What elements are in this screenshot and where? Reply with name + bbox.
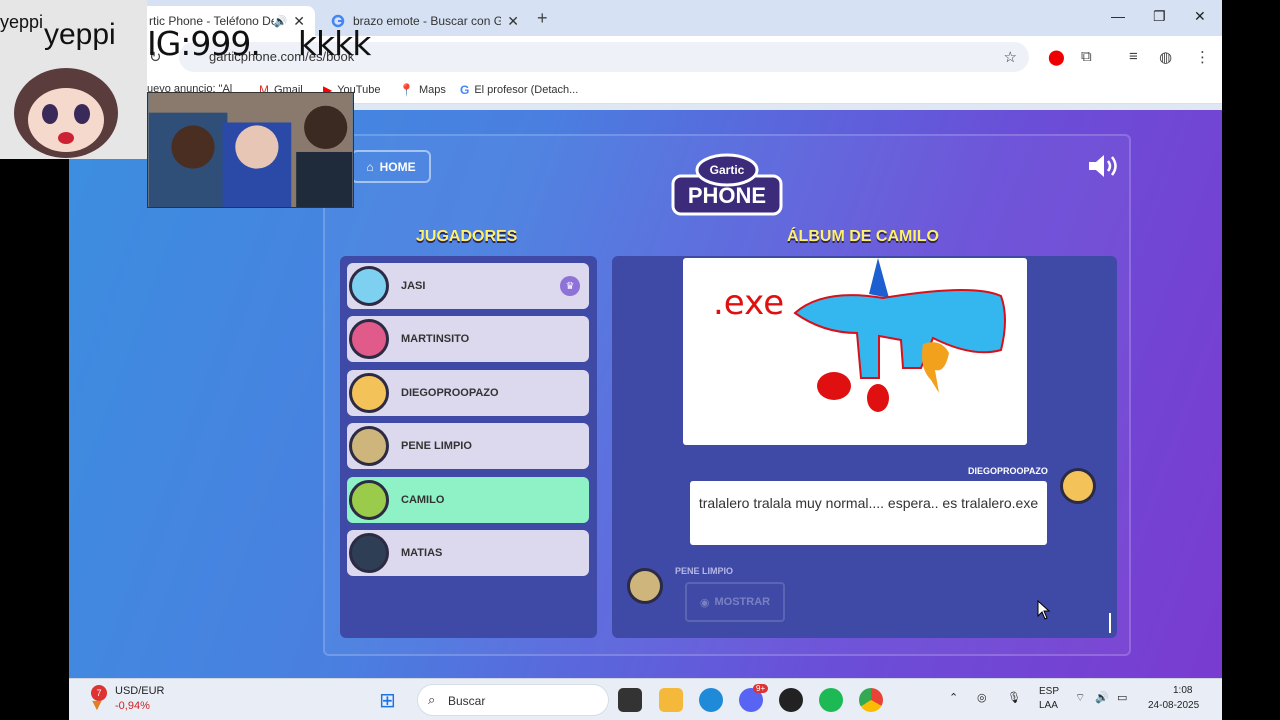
player-name: MARTINSITO xyxy=(401,333,470,345)
avatar xyxy=(349,426,389,466)
maps-icon: 📍 xyxy=(399,83,414,97)
player-name: JASI xyxy=(401,280,426,292)
guess-bubble: tralalero tralala muy normal.... espera.… xyxy=(690,481,1047,545)
ticker-arrow-icon: ▼ xyxy=(89,697,105,714)
player-name: PENE LIMPIO xyxy=(401,440,472,452)
player-row[interactable]: MARTINSITO xyxy=(347,316,589,362)
player-row[interactable]: MATIAS xyxy=(347,530,589,576)
player-name: DIEGOPROOPAZO xyxy=(401,387,499,399)
player-row[interactable]: DIEGOPROOPAZO xyxy=(347,370,589,416)
clock-time[interactable]: 1:08 xyxy=(1173,685,1192,696)
search-icon: ⌕ xyxy=(428,692,436,707)
svg-text:.exe: .exe xyxy=(713,283,784,323)
svg-text:PHONE: PHONE xyxy=(688,183,766,208)
avatar xyxy=(349,373,389,413)
battery-icon[interactable]: ▭ xyxy=(1117,691,1127,704)
search-box[interactable]: ⌕ Buscar xyxy=(417,684,609,716)
player-name: MATIAS xyxy=(401,547,443,559)
close-window-icon[interactable]: ✕ xyxy=(1194,8,1206,25)
discord-badge: 9+ xyxy=(753,684,769,693)
chrome-icon[interactable] xyxy=(859,688,883,712)
windows-start-icon[interactable]: ⊞ xyxy=(379,688,396,713)
album-heading: ÁLBUM DE CAMILO xyxy=(787,228,939,245)
file-explorer-icon[interactable] xyxy=(659,688,683,712)
search-placeholder: Buscar xyxy=(448,694,486,708)
microphone-icon[interactable]: 🎙 xyxy=(1007,691,1021,704)
opera-icon[interactable]: ⬤ xyxy=(1048,48,1065,66)
volume-icon[interactable]: 🔊 xyxy=(1095,691,1109,704)
players-heading: JUGADORES xyxy=(416,228,518,245)
sticker-text: yeppi xyxy=(44,18,116,51)
bookmark-maps[interactable]: 📍 Maps xyxy=(399,83,446,97)
album-panel: .exe DIEGOPROOPAZO tralalero tralala muy… xyxy=(612,256,1117,638)
player-name: CAMILO xyxy=(401,494,445,506)
sticker-overlay: yeppi yeppi xyxy=(0,0,147,159)
avatar xyxy=(1060,468,1096,504)
wifi-icon[interactable]: ⌔ xyxy=(1075,691,1085,705)
sound-icon[interactable] xyxy=(1087,153,1121,179)
crown-icon: ♛ xyxy=(560,276,580,296)
app-icon[interactable] xyxy=(779,688,803,712)
sticker-text: yeppi xyxy=(0,12,44,32)
avatar xyxy=(349,480,389,520)
avatar xyxy=(349,533,389,573)
eye-icon: ◉ xyxy=(699,596,710,609)
player-row[interactable]: PENE LIMPIO xyxy=(347,423,589,469)
network-icon[interactable]: ◎ xyxy=(977,691,987,704)
ticker-change: -0,94% xyxy=(115,700,150,712)
mouse-cursor-icon xyxy=(1037,600,1051,620)
keyboard-label[interactable]: LAA xyxy=(1039,700,1058,711)
tab-title: brazo emote - Buscar con Goo xyxy=(353,14,502,28)
star-icon[interactable]: ☆ xyxy=(1004,48,1017,66)
stream-overlay-text: IG:999. kkkk xyxy=(147,24,371,63)
home-icon: ⌂ xyxy=(366,159,374,174)
minimize-icon[interactable]: — xyxy=(1111,8,1125,24)
webcam-overlay-image xyxy=(147,92,354,208)
taskbar: 7 ▼ USD/EUR -0,94% ⊞ ⌕ Buscar 9+ ⌃ ◎ 🎙 E… xyxy=(69,678,1222,720)
new-tab-icon[interactable]: + xyxy=(537,8,548,29)
player-row[interactable]: JASI ♛ xyxy=(347,263,589,309)
avatar xyxy=(349,266,389,306)
svg-text:Gartic: Gartic xyxy=(710,163,745,177)
gartic-phone-logo: Gartic PHONE xyxy=(671,153,783,216)
spotify-icon[interactable] xyxy=(819,688,843,712)
close-tab-icon[interactable]: ✕ xyxy=(507,13,519,30)
bookmark-profesor[interactable]: G El profesor (Detach... xyxy=(460,83,578,97)
show-button[interactable]: ◉ MOSTRAR xyxy=(685,582,785,622)
profile-icon[interactable]: ◍ xyxy=(1159,48,1172,66)
avatar xyxy=(349,319,389,359)
guess-author: DIEGOPROOPAZO xyxy=(968,466,1048,476)
media-icon[interactable]: ≡ xyxy=(1129,48,1138,65)
restore-icon[interactable]: ❐ xyxy=(1153,8,1166,25)
clock-date[interactable]: 24-08-2025 xyxy=(1148,700,1199,711)
extensions-icon[interactable]: ⧉ xyxy=(1081,48,1092,65)
google-icon: G xyxy=(460,83,470,97)
home-button[interactable]: ⌂ HOME xyxy=(351,150,431,183)
language-label[interactable]: ESP xyxy=(1039,686,1059,697)
ticker-symbol[interactable]: USD/EUR xyxy=(115,685,165,697)
player-row-active[interactable]: CAMILO xyxy=(347,477,589,523)
avatar xyxy=(627,568,663,604)
drawing-canvas: .exe xyxy=(683,258,1027,445)
anime-face-image xyxy=(14,68,118,158)
edge-icon[interactable] xyxy=(699,688,723,712)
task-view-icon[interactable] xyxy=(618,688,642,712)
players-list: JASI ♛ MARTINSITO DIEGOPROOPAZO PENE LIM… xyxy=(340,256,597,638)
menu-icon[interactable]: ⋮ xyxy=(1195,48,1210,66)
chevron-up-icon[interactable]: ⌃ xyxy=(949,691,958,704)
scrollbar[interactable] xyxy=(1109,613,1111,633)
next-author: PENE LIMPIO xyxy=(675,566,734,576)
